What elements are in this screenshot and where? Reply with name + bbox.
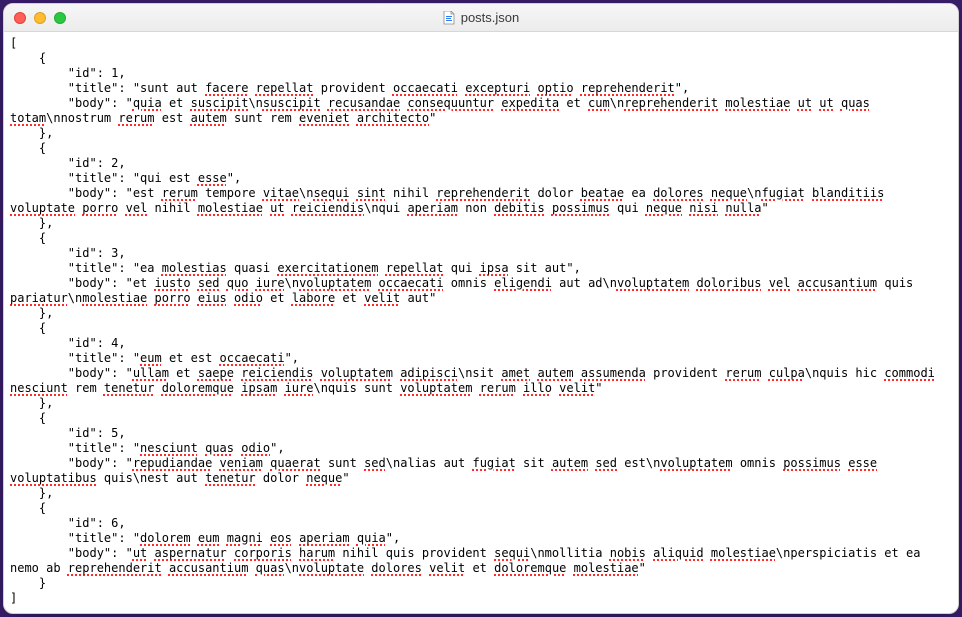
maximize-button[interactable] (54, 12, 66, 24)
minimize-button[interactable] (34, 12, 46, 24)
titlebar[interactable]: posts.json (4, 4, 958, 32)
close-button[interactable] (14, 12, 26, 24)
window-controls (14, 12, 66, 24)
window-title: posts.json (461, 10, 520, 25)
editor-content[interactable]: [ { "id": 1, "title": "sunt aut facere r… (4, 32, 958, 613)
editor-window: posts.json [ { "id": 1, "title": "sunt a… (3, 3, 959, 614)
json-document-icon (443, 11, 455, 25)
title-center: posts.json (4, 10, 958, 25)
